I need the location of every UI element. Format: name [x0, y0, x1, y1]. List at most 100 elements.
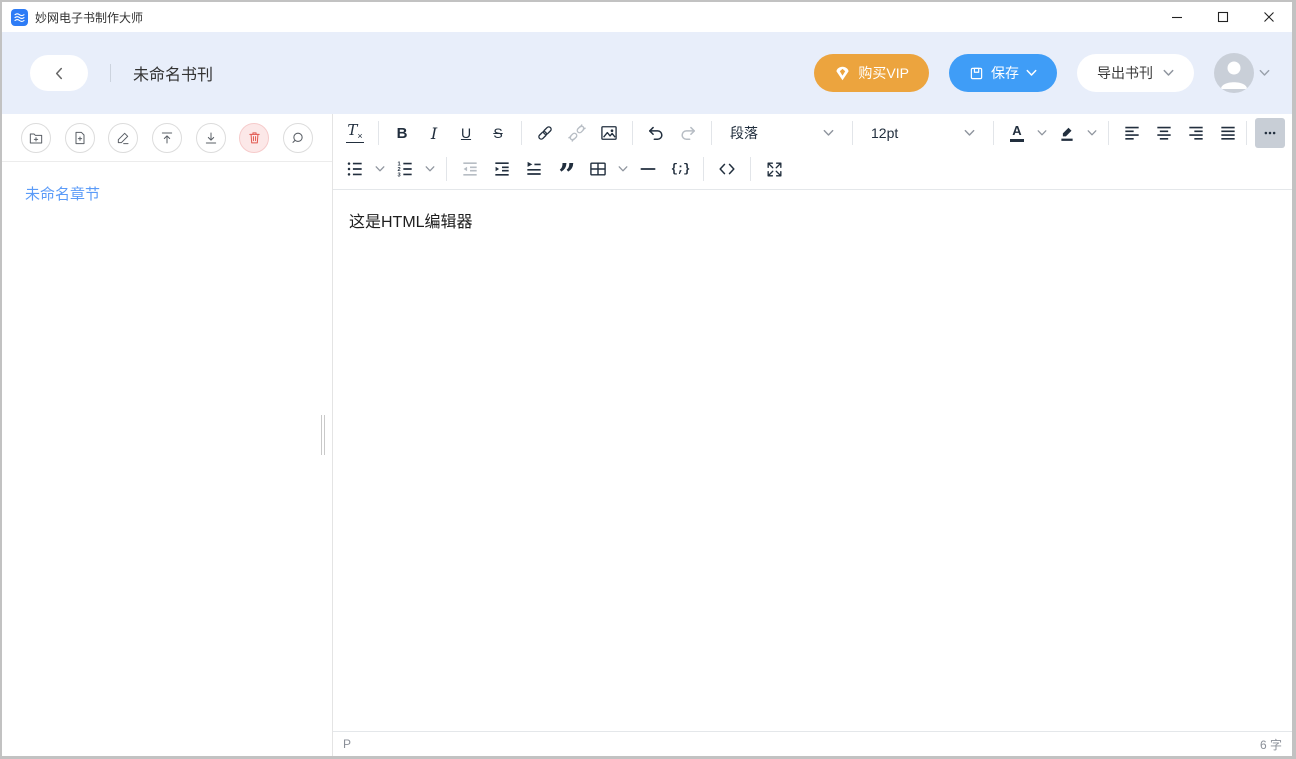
background-color-button[interactable] [1052, 118, 1082, 148]
blockquote-button[interactable]: ” [551, 154, 581, 184]
align-center-button[interactable] [1149, 118, 1179, 148]
clear-formatting-button[interactable]: T× [340, 118, 370, 148]
account-menu[interactable] [1214, 53, 1270, 93]
indent-icon [492, 159, 512, 179]
window-controls [1154, 2, 1292, 32]
main-area: 未命名章节 T× B I U S [2, 114, 1292, 756]
toolbar-separator [750, 157, 751, 181]
rename-button[interactable] [108, 123, 138, 153]
numbered-list-button[interactable]: 123 [390, 154, 420, 184]
chevron-down-icon [1259, 69, 1270, 77]
chevron-down-icon [618, 165, 628, 173]
chevron-down-icon [1163, 69, 1174, 77]
new-folder-button[interactable] [21, 123, 51, 153]
indent-button[interactable] [487, 154, 517, 184]
bullet-list-button[interactable] [340, 154, 370, 184]
strikethrough-button[interactable]: S [483, 118, 513, 148]
back-button[interactable] [30, 55, 88, 91]
element-path-button[interactable]: P [343, 737, 351, 751]
insert-link-button[interactable] [530, 118, 560, 148]
close-button[interactable] [1246, 2, 1292, 32]
maximize-button[interactable] [1200, 2, 1246, 32]
word-count-button[interactable]: 6 字 [1260, 736, 1282, 753]
insert-image-button[interactable] [594, 118, 624, 148]
download-icon [203, 130, 219, 146]
horizontal-rule-icon [638, 159, 658, 179]
buy-vip-button[interactable]: 购买VIP [814, 54, 929, 92]
new-file-icon [72, 130, 88, 146]
source-code-icon [717, 159, 737, 179]
text-color-button[interactable]: A [1002, 118, 1032, 148]
chevron-down-icon [1037, 129, 1047, 137]
outdent-button[interactable] [455, 154, 485, 184]
editor-toolbar-row2: 123 ” [333, 150, 1292, 190]
align-right-button[interactable] [1181, 118, 1211, 148]
chapter-item[interactable]: 未命名章节 [2, 162, 332, 225]
source-code-button[interactable] [712, 154, 742, 184]
table-menu-button[interactable] [615, 154, 631, 184]
justify-button[interactable] [1213, 118, 1243, 148]
sidebar-resize-handle[interactable] [319, 411, 327, 459]
chevron-down-icon [823, 129, 834, 137]
toolbar-separator [378, 121, 379, 145]
clear-formatting-icon: T× [346, 123, 363, 143]
align-left-button[interactable] [1117, 118, 1147, 148]
edit-pen-icon [115, 130, 131, 146]
horizontal-rule-button[interactable] [633, 154, 663, 184]
header-actions: 购买VIP 保存 导出书刊 [814, 53, 1270, 93]
redo-button[interactable] [673, 118, 703, 148]
editor-paragraph: 这是HTML编辑器 [349, 208, 1276, 232]
toolbar-separator [852, 121, 853, 145]
line-height-button[interactable] [519, 154, 549, 184]
search-chapter-button[interactable] [283, 123, 313, 153]
chapter-sidebar: 未命名章节 [2, 114, 333, 756]
minimize-button[interactable] [1154, 2, 1200, 32]
bullet-list-menu-button[interactable] [372, 154, 388, 184]
export-book-label: 导出书刊 [1097, 63, 1153, 83]
bullet-list-icon [345, 159, 365, 179]
toolbar-separator [1108, 121, 1109, 145]
table-icon [588, 159, 608, 179]
editor-toolbar-row1: T× B I U S [333, 114, 1292, 150]
undo-icon [646, 123, 666, 143]
delete-chapter-button[interactable] [239, 123, 269, 153]
svg-text:3: 3 [398, 172, 401, 178]
code-sample-button[interactable]: {;} [665, 154, 695, 184]
upload-button[interactable] [152, 123, 182, 153]
chevron-down-icon [964, 129, 975, 137]
export-book-button[interactable]: 导出书刊 [1077, 54, 1194, 92]
text-color-menu-button[interactable] [1034, 118, 1050, 148]
editor-content-area[interactable]: 这是HTML编辑器 [333, 190, 1292, 731]
numbered-list-icon: 123 [395, 159, 415, 179]
document-title: 未命名书刊 [133, 61, 213, 85]
background-color-menu-button[interactable] [1084, 118, 1100, 148]
more-toolbar-button[interactable] [1255, 118, 1285, 148]
fullscreen-button[interactable] [759, 154, 789, 184]
remove-link-button[interactable] [562, 118, 592, 148]
save-icon [969, 66, 984, 81]
font-size-select[interactable]: 12pt [862, 118, 984, 148]
new-chapter-button[interactable] [65, 123, 95, 153]
header-divider [110, 64, 111, 82]
upload-icon [159, 130, 175, 146]
toolbar-separator [632, 121, 633, 145]
new-folder-icon [28, 130, 44, 146]
image-icon [599, 123, 619, 143]
paragraph-format-select[interactable]: 段落 [721, 118, 843, 148]
numbered-list-menu-button[interactable] [422, 154, 438, 184]
editor-pane: T× B I U S [333, 114, 1292, 756]
underline-button[interactable]: U [451, 118, 481, 148]
titlebar: 妙网电子书制作大师 [2, 2, 1292, 32]
save-label: 保存 [991, 63, 1019, 83]
undo-button[interactable] [641, 118, 671, 148]
download-button[interactable] [196, 123, 226, 153]
bold-button[interactable]: B [387, 118, 417, 148]
font-size-value: 12pt [871, 125, 898, 141]
save-button[interactable]: 保存 [949, 54, 1057, 92]
italic-button[interactable]: I [419, 118, 449, 148]
app-title: 妙网电子书制作大师 [35, 9, 143, 26]
justify-icon [1218, 123, 1238, 143]
editor-statusbar: P 6 字 [333, 731, 1292, 756]
chapter-toolbar [2, 114, 332, 162]
table-button[interactable] [583, 154, 613, 184]
